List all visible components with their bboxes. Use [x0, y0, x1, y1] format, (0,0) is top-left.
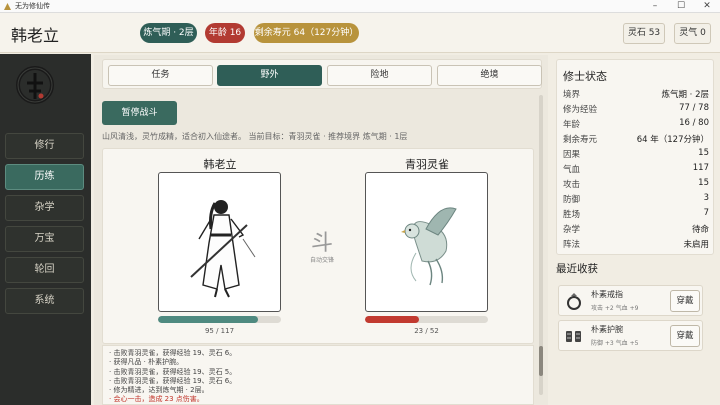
player-name: 韩老立	[203, 158, 237, 171]
age-badge: 年龄 16	[205, 23, 245, 43]
sidebar-item-misc-arts[interactable]: 杂学	[5, 195, 84, 221]
stat-row: 胜场 7	[563, 208, 709, 220]
main-scrollbar-thumb[interactable]	[539, 346, 543, 376]
player-portrait	[158, 172, 281, 312]
log-line: · 会心一击，造成 23 点伤害。	[109, 395, 204, 404]
bird-icon	[401, 207, 457, 286]
equip-button[interactable]: 穿戴	[670, 325, 700, 347]
equip-button[interactable]: 穿戴	[670, 290, 700, 312]
tab-bar: 任务 野外 险地 绝境	[102, 59, 542, 89]
stat-row: 攻击 15	[563, 178, 709, 190]
sidebar-item-adventure[interactable]: 历练	[5, 164, 84, 190]
reward-item: 朴素护腕 防御 +3 气血 +5 穿戴	[558, 320, 703, 351]
rewards-title: 最近收获	[556, 263, 598, 275]
realm-badge: 炼气期 · 2层	[140, 23, 197, 43]
battle-arena: 韩老立 青羽灵雀 斗 自动交锋 95 / 117 23 / 52	[102, 148, 534, 344]
reward-name: 朴素戒指	[591, 290, 623, 299]
versus-marker: 斗 自动交锋	[302, 225, 342, 264]
sidebar: 修行 历练 杂学 万宝 轮回 系统	[0, 54, 91, 405]
ring-icon	[564, 291, 584, 311]
status-title: 修士状态	[563, 70, 607, 83]
area-info: 山风清浅，灵竹成精，适合初入仙途者。 当前目标：青羽灵雀 · 推荐境界 炼气期 …	[102, 132, 408, 141]
stat-row: 境界 炼气期 · 2层	[563, 90, 709, 100]
tab-danger[interactable]: 险地	[327, 65, 432, 86]
app-icon	[3, 2, 12, 11]
stat-row: 阵法 未启用	[563, 240, 709, 250]
window-titlebar: 无为修仙传 – ☐ ✕	[0, 0, 720, 13]
lifespan-badge: 剩余寿元 64（127分钟）	[254, 23, 359, 43]
log-line: · 击败青羽灵雀，获得经验 19、灵石 5。	[109, 367, 237, 376]
tab-quest[interactable]: 任务	[108, 65, 213, 86]
spirit-qi-counter: 灵气 0	[674, 23, 711, 44]
spirit-stone-counter: 灵石 53	[623, 23, 665, 44]
player-hp-text: 95 / 117	[204, 327, 235, 335]
enemy-portrait	[365, 172, 488, 312]
top-header: 韩老立 炼气期 · 2层 年龄 16 剩余寿元 64（127分钟） 灵石 53 …	[0, 13, 720, 53]
tab-wild[interactable]: 野外	[217, 65, 322, 86]
stat-row: 防御 3	[563, 193, 709, 205]
sidebar-item-system[interactable]: 系统	[5, 288, 84, 314]
status-panel: 修士状态 境界 炼气期 · 2层 修为经验 77 / 78 年龄 16 / 80 剩余…	[556, 59, 714, 255]
reward-stats: 攻击 +2 气血 +9	[591, 305, 639, 312]
enemy-hp-bar	[365, 316, 488, 323]
close-icon[interactable]: ✕	[694, 0, 720, 13]
log-line: · 击败青羽灵雀，获得经验 19、灵石 6。	[109, 349, 237, 357]
stat-row: 修为经验 77 / 78	[563, 103, 709, 115]
swordsman-icon	[190, 200, 256, 298]
pause-battle-button[interactable]: 暂停战斗	[102, 101, 177, 125]
enemy-hp-text: 23 / 52	[414, 327, 439, 335]
reward-name: 朴素护腕	[591, 325, 623, 334]
maximize-icon[interactable]: ☐	[668, 0, 694, 13]
battle-log[interactable]: · 击败青羽灵雀，获得经验 19、灵石 6。 · 获得凡品 · 朴素护腕。 · …	[102, 345, 534, 405]
reward-item: 朴素戒指 攻击 +2 气血 +9 穿戴	[558, 285, 703, 316]
player-hp-fill	[158, 316, 258, 323]
window-title: 无为修仙传	[15, 2, 50, 10]
stat-row: 杂学 待命	[563, 225, 709, 235]
main-panel: 任务 野外 险地 绝境 暂停战斗 山风清浅，灵竹成精，适合初入仙途者。 当前目标…	[94, 55, 548, 405]
stat-row: 气血 117	[563, 163, 709, 175]
sidebar-item-reincarnation[interactable]: 轮回	[5, 257, 84, 283]
bracer-icon	[564, 326, 584, 346]
enemy-name: 青羽灵雀	[405, 158, 449, 171]
minimize-icon[interactable]: –	[642, 0, 668, 13]
auto-battle-label: 自动交锋	[309, 257, 334, 264]
stat-row: 年龄 16 / 80	[563, 118, 709, 130]
sect-logo-icon	[15, 65, 55, 105]
reward-stats: 防御 +3 气血 +5	[591, 340, 639, 347]
character-name: 韩老立	[11, 26, 60, 45]
right-panel: 修士状态 境界 炼气期 · 2层 修为经验 77 / 78 年龄 16 / 80 剩余…	[553, 55, 720, 405]
enemy-hp-fill	[365, 316, 420, 323]
stat-row: 因果 15	[563, 148, 709, 160]
versus-char: 斗	[310, 231, 333, 256]
log-line: · 击败青羽灵雀，获得经验 19、灵石 6。	[109, 376, 237, 385]
sidebar-item-cultivate[interactable]: 修行	[5, 133, 84, 159]
sidebar-item-treasures[interactable]: 万宝	[5, 226, 84, 252]
player-hp-bar	[158, 316, 281, 323]
stat-row: 剩余寿元 64 年（127分钟）	[563, 135, 709, 145]
tab-deathzone[interactable]: 绝境	[437, 65, 542, 86]
log-line: · 获得凡品 · 朴素护腕。	[109, 358, 184, 367]
